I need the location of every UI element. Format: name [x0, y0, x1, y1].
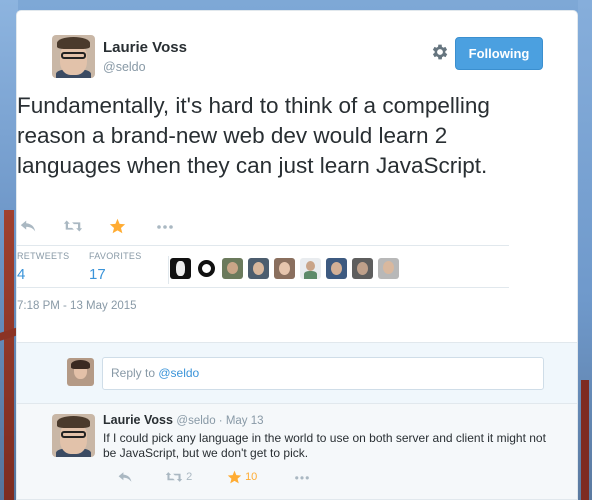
reply-input[interactable]: Reply to @seldo: [102, 357, 544, 390]
retweets-label: RETWEETS: [17, 251, 70, 261]
tweet-actions: [17, 218, 217, 238]
reply-author-handle[interactable]: @seldo: [176, 415, 215, 427]
star-icon[interactable]: [109, 218, 129, 236]
avatar[interactable]: [170, 258, 191, 279]
reply-retweet-count: 2: [186, 471, 193, 483]
retweets-count: 4: [17, 266, 26, 283]
more-icon[interactable]: [155, 218, 175, 236]
reply-favorite-button[interactable]: 10: [227, 470, 267, 486]
avatar[interactable]: [274, 258, 295, 279]
avatar[interactable]: [196, 258, 217, 279]
avatar[interactable]: [352, 258, 373, 279]
author-avatar[interactable]: [52, 35, 95, 78]
reply-tweet[interactable]: Laurie Voss @seldo · May 13 If I could p…: [17, 404, 577, 499]
tweet-card: Laurie Voss @seldo Following Fundamental…: [16, 10, 578, 500]
reply-actions: 2 10: [103, 470, 323, 486]
favorites-count: 17: [89, 266, 106, 283]
background-right: [578, 0, 592, 500]
retweet-icon[interactable]: [63, 218, 83, 236]
reply-author-avatar[interactable]: [52, 414, 95, 457]
author-name[interactable]: Laurie Voss: [103, 39, 187, 56]
favorites-label: FAVORITES: [89, 251, 142, 261]
gear-icon[interactable]: [430, 42, 450, 62]
avatar[interactable]: [248, 258, 269, 279]
stats-divider: [168, 256, 169, 284]
current-user-avatar: [67, 358, 94, 386]
reply-text: If I could pick any language in the worl…: [103, 431, 546, 460]
favorites-stat[interactable]: FAVORITES 17: [89, 251, 142, 283]
bridge-tower-right: [581, 380, 589, 500]
reply-separator: ·: [215, 415, 226, 427]
more-icon[interactable]: [293, 470, 311, 486]
main-tweet: Laurie Voss @seldo Following Fundamental…: [17, 11, 577, 342]
reply-date[interactable]: May 13: [226, 415, 264, 427]
divider: [17, 245, 509, 246]
avatar[interactable]: [378, 258, 399, 279]
reply-bar: Reply to @seldo: [17, 342, 577, 404]
bridge-tower: [4, 210, 14, 500]
tweet-text: Fundamentally, it's hard to think of a c…: [17, 93, 490, 178]
tweet-stats: RETWEETS 4 FAVORITES 17: [17, 251, 509, 287]
reply-author-name[interactable]: Laurie Voss: [103, 413, 173, 427]
reply-header: Laurie Voss @seldo · May 13: [103, 413, 264, 427]
reply-icon[interactable]: [117, 470, 133, 486]
retweet-icon: [165, 472, 183, 482]
avatar[interactable]: [222, 258, 243, 279]
avatar[interactable]: [300, 258, 321, 279]
tweet-timestamp[interactable]: 7:18 PM - 13 May 2015: [17, 300, 137, 312]
reply-mention: @seldo: [158, 366, 200, 380]
retweets-stat[interactable]: RETWEETS 4: [17, 251, 69, 283]
divider: [17, 287, 509, 288]
reply-icon[interactable]: [19, 218, 39, 236]
reply-retweet-button[interactable]: 2: [165, 470, 205, 486]
star-icon: [227, 470, 242, 484]
tweet-header: Laurie Voss @seldo Following: [52, 35, 543, 79]
reply-favorite-count: 10: [245, 471, 258, 483]
following-button[interactable]: Following: [455, 37, 543, 70]
author-handle[interactable]: @seldo: [103, 60, 146, 74]
reply-prefix: Reply to: [111, 366, 159, 380]
avatar[interactable]: [326, 258, 347, 279]
